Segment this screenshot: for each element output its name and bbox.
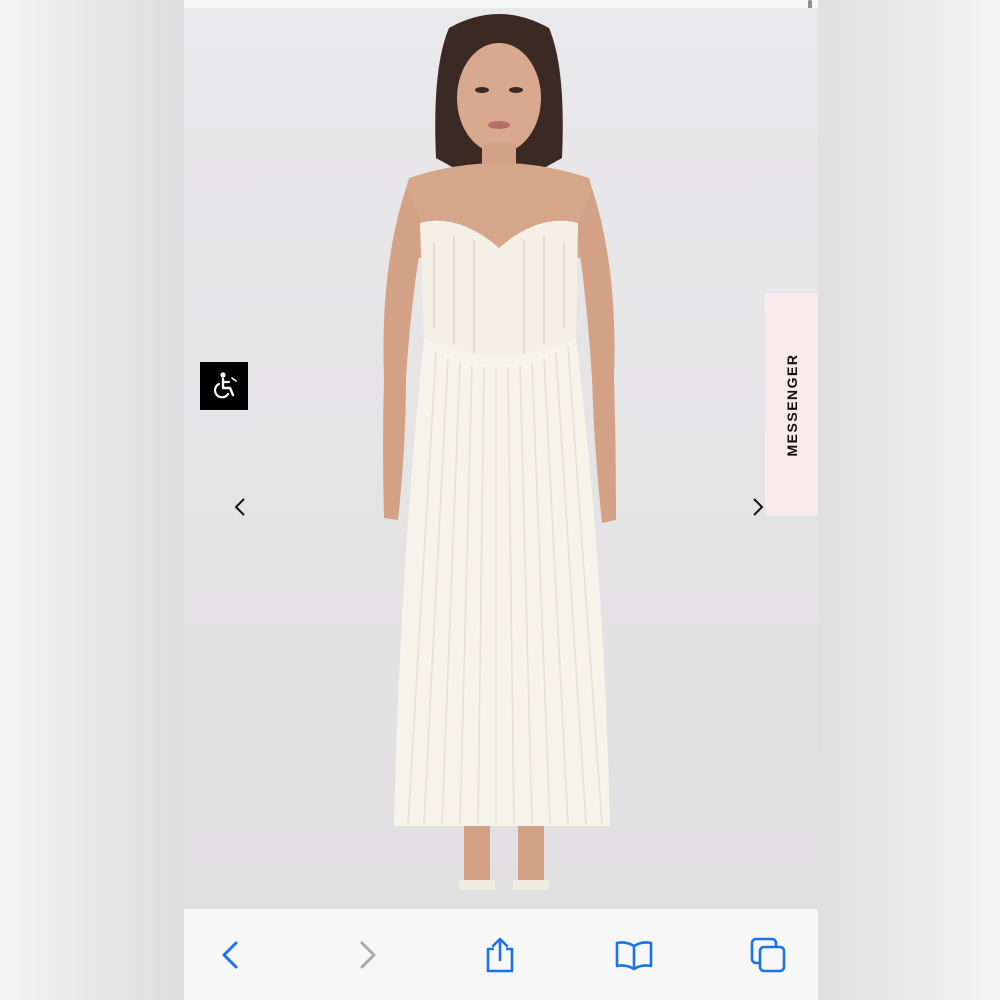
phone-screen: MESSENGER (184, 0, 818, 1000)
book-icon (615, 941, 653, 971)
bookmarks-button[interactable] (612, 933, 656, 977)
forward-button[interactable] (346, 933, 390, 977)
forward-arrow-icon (360, 941, 376, 969)
model-wearing-dress-illustration (383, 14, 616, 890)
left-backdrop (0, 0, 184, 1000)
browser-toolbar (184, 908, 818, 1000)
messenger-label: MESSENGER (783, 353, 800, 456)
status-strip (184, 0, 818, 8)
tabs-icon (750, 937, 786, 973)
product-image[interactable] (184, 8, 818, 908)
right-backdrop (818, 0, 1000, 1000)
messenger-tab[interactable]: MESSENGER (765, 293, 818, 516)
chevron-left-icon (234, 498, 245, 516)
accessibility-button[interactable] (200, 362, 248, 410)
share-button[interactable] (478, 933, 522, 977)
chevron-right-icon (753, 498, 764, 516)
share-icon (486, 937, 514, 973)
wheelchair-icon (214, 372, 237, 399)
back-arrow-icon (222, 941, 238, 969)
back-button[interactable] (208, 933, 252, 977)
tabs-button[interactable] (746, 933, 790, 977)
carousel-prev-button[interactable] (228, 494, 252, 520)
